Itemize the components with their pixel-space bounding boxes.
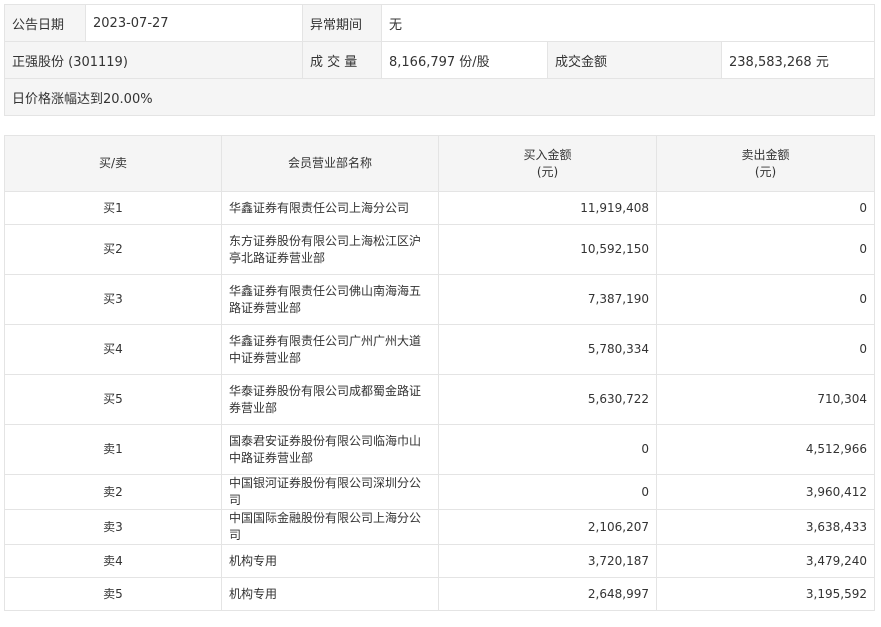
trading-detail-table: 买/卖 会员营业部名称 买入金额 (元) 卖出金额 (元) 买1 华鑫证券有限责… [4, 135, 875, 611]
row-buy-amount: 10,592,150 [438, 224, 657, 275]
row-sell-amount: 0 [656, 224, 875, 275]
row-buy-amount: 7,387,190 [438, 274, 657, 325]
header-side: 买/卖 [4, 135, 222, 192]
row-sell-amount: 0 [656, 274, 875, 325]
row-sell-amount: 3,638,433 [656, 509, 875, 545]
abnormal-period-label: 异常期间 [302, 4, 382, 42]
stock-info-table: 公告日期 2023-07-27 异常期间 无 正强股份 (301119) 成 交… [3, 4, 876, 116]
row-buy-amount: 5,630,722 [438, 374, 657, 425]
row-branch: 中国国际金融股份有限公司上海分公司 [221, 509, 439, 545]
table-row: 卖1 国泰君安证券股份有限公司临海巾山中路证券营业部 0 4,512,966 [4, 424, 875, 475]
row-branch: 机构专用 [221, 544, 439, 578]
row-branch: 华鑫证券有限责任公司广州广州大道中证券营业部 [221, 324, 439, 375]
announce-date-value: 2023-07-27 [85, 4, 303, 42]
table-row: 买2 东方证券股份有限公司上海松江区沪亭北路证券营业部 10,592,150 0 [4, 224, 875, 275]
row-branch: 华泰证券股份有限公司成都蜀金路证券营业部 [221, 374, 439, 425]
table-header-row: 买/卖 会员营业部名称 买入金额 (元) 卖出金额 (元) [4, 135, 875, 192]
header-sell-amount: 卖出金额 (元) [656, 135, 875, 192]
header-buy-amount-title: 买入金额 [523, 147, 572, 162]
row-buy-amount: 5,780,334 [438, 324, 657, 375]
row-side: 买3 [4, 274, 222, 325]
row-side: 买2 [4, 224, 222, 275]
table-row: 买1 华鑫证券有限责任公司上海分公司 11,919,408 0 [4, 191, 875, 225]
volume-value: 8,166,797 份/股 [381, 41, 548, 79]
row-side: 卖4 [4, 544, 222, 578]
volume-label: 成 交 量 [302, 41, 382, 79]
row-branch: 华鑫证券有限责任公司上海分公司 [221, 191, 439, 225]
row-sell-amount: 3,479,240 [656, 544, 875, 578]
info-row-date: 公告日期 2023-07-27 异常期间 无 [4, 4, 876, 42]
row-side: 买1 [4, 191, 222, 225]
table-row: 卖5 机构专用 2,648,997 3,195,592 [4, 577, 875, 611]
row-sell-amount: 0 [656, 324, 875, 375]
row-buy-amount: 11,919,408 [438, 191, 657, 225]
stock-name-code: 正强股份 (301119) [4, 41, 303, 79]
header-sell-amount-unit: (元) [754, 164, 777, 179]
amount-label: 成交金额 [547, 41, 722, 79]
row-buy-amount: 0 [438, 424, 657, 475]
row-branch: 国泰君安证券股份有限公司临海巾山中路证券营业部 [221, 424, 439, 475]
table-row: 买4 华鑫证券有限责任公司广州广州大道中证券营业部 5,780,334 0 [4, 324, 875, 375]
page: 公告日期 2023-07-27 异常期间 无 正强股份 (301119) 成 交… [0, 0, 881, 627]
table-row: 卖2 中国银河证券股份有限公司深圳分公司 0 3,960,412 [4, 474, 875, 510]
row-branch: 中国银河证券股份有限公司深圳分公司 [221, 474, 439, 510]
row-buy-amount: 2,106,207 [438, 509, 657, 545]
row-side: 卖5 [4, 577, 222, 611]
row-branch: 华鑫证券有限责任公司佛山南海海五路证券营业部 [221, 274, 439, 325]
table-row: 卖3 中国国际金融股份有限公司上海分公司 2,106,207 3,638,433 [4, 509, 875, 545]
info-row-reason: 日价格涨幅达到20.00% [3, 78, 876, 116]
info-row-stock: 正强股份 (301119) 成 交 量 8,166,797 份/股 成交金额 2… [4, 41, 876, 79]
row-sell-amount: 3,960,412 [656, 474, 875, 510]
row-side: 买5 [4, 374, 222, 425]
row-side: 卖3 [4, 509, 222, 545]
table-row: 卖4 机构专用 3,720,187 3,479,240 [4, 544, 875, 578]
header-branch: 会员营业部名称 [221, 135, 439, 192]
row-buy-amount: 2,648,997 [438, 577, 657, 611]
row-side: 卖2 [4, 474, 222, 510]
header-sell-amount-title: 卖出金额 [741, 147, 790, 162]
header-buy-amount-unit: (元) [536, 164, 559, 179]
table-row: 买3 华鑫证券有限责任公司佛山南海海五路证券营业部 7,387,190 0 [4, 274, 875, 325]
table-row: 买5 华泰证券股份有限公司成都蜀金路证券营业部 5,630,722 710,30… [4, 374, 875, 425]
row-side: 卖1 [4, 424, 222, 475]
row-sell-amount: 710,304 [656, 374, 875, 425]
row-branch: 机构专用 [221, 577, 439, 611]
reason-text: 日价格涨幅达到20.00% [3, 78, 876, 116]
row-sell-amount: 3,195,592 [656, 577, 875, 611]
abnormal-period-value: 无 [380, 4, 876, 42]
amount-value: 238,583,268 元 [720, 41, 876, 79]
row-sell-amount: 0 [656, 191, 875, 225]
row-branch: 东方证券股份有限公司上海松江区沪亭北路证券营业部 [221, 224, 439, 275]
row-buy-amount: 0 [438, 474, 657, 510]
row-sell-amount: 4,512,966 [656, 424, 875, 475]
announce-date-label: 公告日期 [4, 4, 86, 42]
header-buy-amount: 买入金额 (元) [438, 135, 657, 192]
row-side: 买4 [4, 324, 222, 375]
row-buy-amount: 3,720,187 [438, 544, 657, 578]
